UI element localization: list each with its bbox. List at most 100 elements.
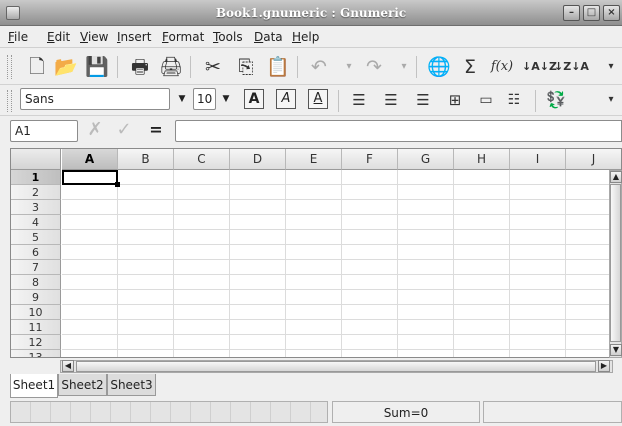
cell-d4[interactable] (230, 215, 286, 230)
cell-c2[interactable] (174, 185, 230, 200)
column-header-f[interactable]: F (342, 149, 398, 170)
cell-f12[interactable] (342, 335, 398, 350)
cell-c1[interactable] (174, 170, 230, 185)
menu-help[interactable]: Help (292, 29, 319, 46)
row-header-6[interactable]: 6 (11, 245, 61, 260)
cell-a7[interactable] (62, 260, 118, 275)
cell-c12[interactable] (174, 335, 230, 350)
close-button[interactable]: × (603, 5, 620, 21)
cell-b7[interactable] (118, 260, 174, 275)
formula-input[interactable] (175, 120, 622, 142)
cell-h6[interactable] (454, 245, 510, 260)
new-icon[interactable]: 🗋 (24, 54, 50, 80)
cell-f9[interactable] (342, 290, 398, 305)
cell-h2[interactable] (454, 185, 510, 200)
cell-a2[interactable] (62, 185, 118, 200)
cell-f4[interactable] (342, 215, 398, 230)
open-icon[interactable]: 📂 (53, 54, 79, 80)
cell-i13[interactable] (510, 350, 566, 357)
toolbar-overflow-icon[interactable]: ▾ (598, 87, 622, 113)
cell-b3[interactable] (118, 200, 174, 215)
scroll-down-arrow[interactable]: ▼ (610, 344, 622, 356)
cell-g3[interactable] (398, 200, 454, 215)
sheet-tab-1[interactable]: Sheet1 (10, 374, 58, 398)
cell-c9[interactable] (174, 290, 230, 305)
cell-d12[interactable] (230, 335, 286, 350)
cell-d9[interactable] (230, 290, 286, 305)
column-header-a[interactable]: A (62, 149, 118, 170)
cell-f1[interactable] (342, 170, 398, 185)
row-header-3[interactable]: 3 (11, 200, 61, 215)
row-header-2[interactable]: 2 (11, 185, 61, 200)
font-size-dropdown-icon[interactable]: ▼ (219, 88, 233, 110)
cell-f3[interactable] (342, 200, 398, 215)
toolbar-overflow-icon[interactable]: ▾ (598, 54, 622, 80)
cell-e7[interactable] (286, 260, 342, 275)
cell-h12[interactable] (454, 335, 510, 350)
cell-f5[interactable] (342, 230, 398, 245)
cell-i4[interactable] (510, 215, 566, 230)
italic-button[interactable]: A (276, 89, 296, 109)
row-header-9[interactable]: 9 (11, 290, 61, 305)
cell-a6[interactable] (62, 245, 118, 260)
sum-icon[interactable]: Σ (457, 54, 483, 80)
undo-dropdown-icon[interactable]: ▾ (336, 54, 362, 80)
cell-h5[interactable] (454, 230, 510, 245)
cell-c6[interactable] (174, 245, 230, 260)
cancel-icon[interactable]: ✗ (85, 119, 105, 141)
cell-h9[interactable] (454, 290, 510, 305)
cell-b13[interactable] (118, 350, 174, 357)
menu-data[interactable]: Data (254, 29, 283, 46)
menu-tools[interactable]: Tools (213, 29, 243, 46)
cell-a10[interactable] (62, 305, 118, 320)
cell-d6[interactable] (230, 245, 286, 260)
sort-ascending-icon[interactable]: ↓A↓Z (522, 54, 557, 80)
cell-i9[interactable] (510, 290, 566, 305)
cell-g7[interactable] (398, 260, 454, 275)
column-header-b[interactable]: B (118, 149, 174, 170)
cell-d10[interactable] (230, 305, 286, 320)
cell-g12[interactable] (398, 335, 454, 350)
cell-g11[interactable] (398, 320, 454, 335)
cell-b10[interactable] (118, 305, 174, 320)
cell-g10[interactable] (398, 305, 454, 320)
column-header-j[interactable]: J (566, 149, 621, 170)
cell-c13[interactable] (174, 350, 230, 357)
column-header-d[interactable]: D (230, 149, 286, 170)
cell-h10[interactable] (454, 305, 510, 320)
cell-reference-box[interactable]: A1 (10, 120, 78, 142)
scroll-left-arrow[interactable]: ◀ (62, 360, 74, 372)
menu-edit[interactable]: Edit (47, 29, 70, 46)
toolbar-grip[interactable] (7, 55, 12, 79)
cell-c11[interactable] (174, 320, 230, 335)
currency-format-icon[interactable]: 💱 (543, 87, 569, 113)
row-header-7[interactable]: 7 (11, 260, 61, 275)
row-header-13[interactable]: 13 (11, 350, 61, 357)
cell-b2[interactable] (118, 185, 174, 200)
cell-b6[interactable] (118, 245, 174, 260)
cell-a4[interactable] (62, 215, 118, 230)
underline-button[interactable]: A (308, 89, 328, 109)
cell-e4[interactable] (286, 215, 342, 230)
menu-file[interactable]: File (8, 29, 28, 46)
minimize-button[interactable]: – (563, 5, 580, 21)
cell-e2[interactable] (286, 185, 342, 200)
font-size-combo[interactable]: 10 (193, 88, 216, 110)
row-header-5[interactable]: 5 (11, 230, 61, 245)
cell-d5[interactable] (230, 230, 286, 245)
cell-b9[interactable] (118, 290, 174, 305)
cell-e6[interactable] (286, 245, 342, 260)
cell-f6[interactable] (342, 245, 398, 260)
cell-c10[interactable] (174, 305, 230, 320)
cell-f8[interactable] (342, 275, 398, 290)
cell-a11[interactable] (62, 320, 118, 335)
cell-a5[interactable] (62, 230, 118, 245)
column-header-h[interactable]: H (454, 149, 510, 170)
cell-e8[interactable] (286, 275, 342, 290)
align-left-icon[interactable]: ☰ (346, 87, 372, 113)
font-name-combo[interactable]: Sans (20, 88, 170, 110)
bold-button[interactable]: A (244, 89, 264, 109)
cell-b12[interactable] (118, 335, 174, 350)
sheet-tab-3[interactable]: Sheet3 (107, 374, 156, 396)
cell-g1[interactable] (398, 170, 454, 185)
